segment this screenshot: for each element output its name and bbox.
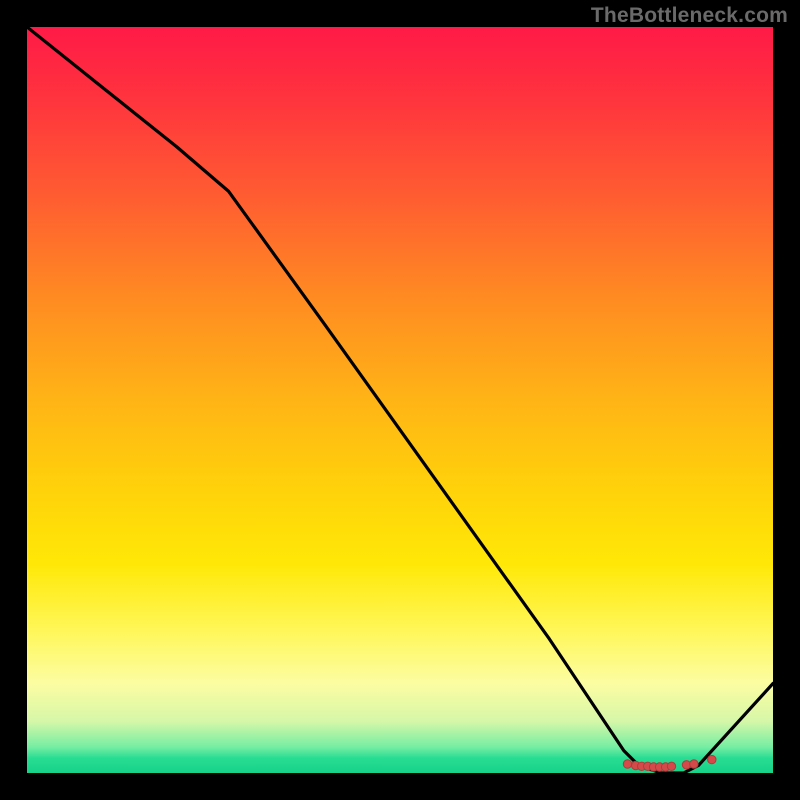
chart-overlay-svg [27, 27, 773, 773]
plot-area [27, 27, 773, 773]
marker-dot [649, 763, 657, 771]
marker-dot [644, 762, 652, 770]
marker-dot [708, 755, 716, 763]
marker-dot [655, 763, 663, 771]
marker-dot [661, 763, 669, 771]
marker-dot [690, 760, 698, 768]
marker-cluster [623, 755, 716, 771]
chart-frame: TheBottleneck.com [0, 0, 800, 800]
marker-dot [667, 762, 675, 770]
watermark-text: TheBottleneck.com [591, 4, 788, 28]
marker-dot [623, 760, 631, 768]
marker-dot [682, 761, 690, 769]
marker-dot [632, 761, 640, 769]
marker-dot [638, 762, 646, 770]
series-curve [27, 27, 773, 773]
